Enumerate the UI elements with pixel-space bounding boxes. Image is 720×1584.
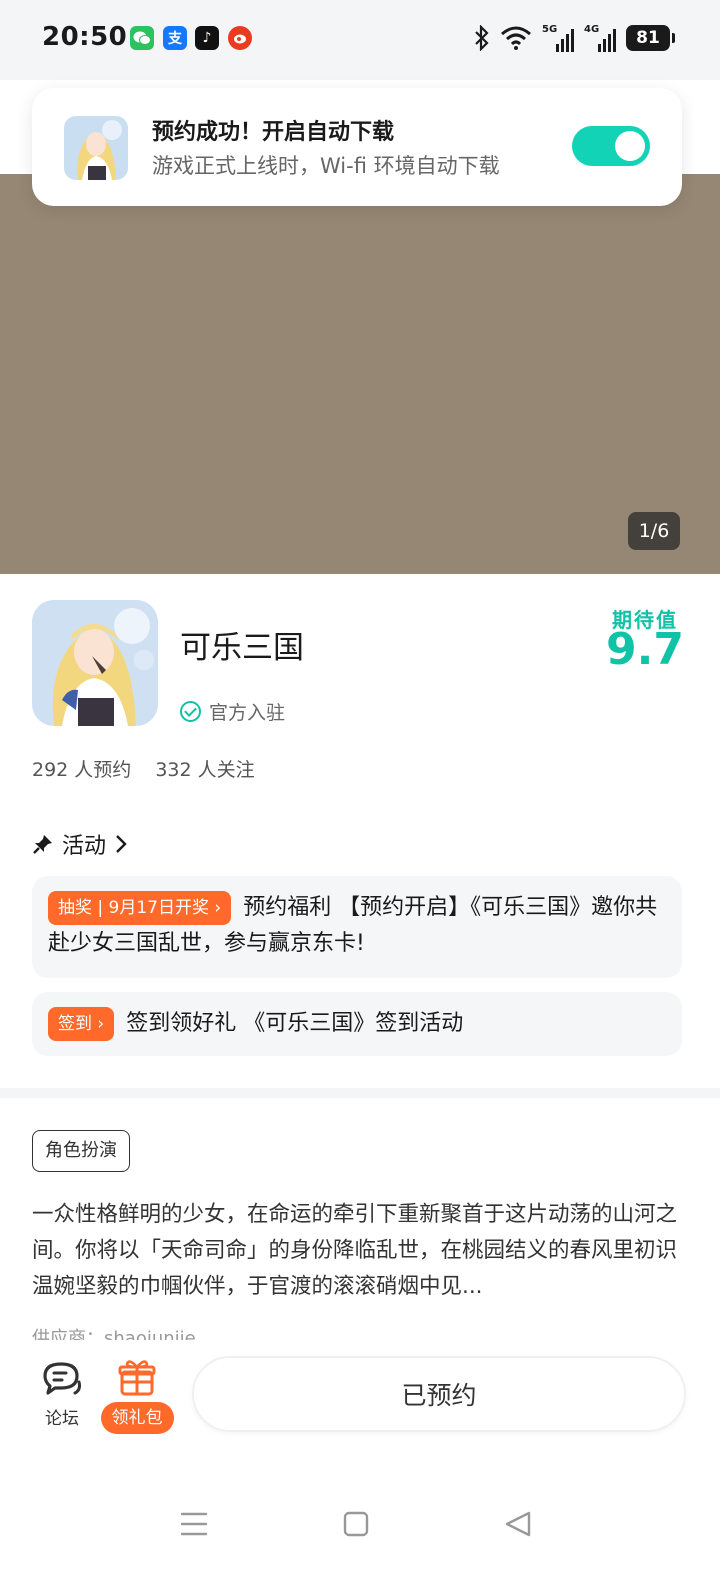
lottery-tag: 抽奖 | 9月17日开奖 › (48, 891, 232, 925)
bottom-action-bar: 论坛 领礼包 已预约 (0, 1340, 720, 1584)
status-icons: 5G 4G 81 (474, 22, 675, 54)
reservation-count: 292 人预约 (32, 759, 132, 781)
wifi-icon (501, 26, 531, 50)
auto-download-toggle[interactable] (572, 126, 650, 166)
gift-label: 领礼包 (100, 1402, 174, 1434)
game-title: 可乐三国 (180, 630, 304, 666)
game-icon[interactable] (32, 600, 158, 726)
lottery-tag-label: 抽奖 | 9月17日开奖 (58, 898, 209, 918)
home-nav-icon[interactable] (338, 1506, 374, 1542)
screenshot-banner[interactable] (0, 174, 720, 574)
chevron-right-icon (116, 835, 127, 853)
activity-card-checkin[interactable]: 签到 › 签到领好礼 《可乐三国》签到活动 (32, 992, 682, 1056)
forum-button[interactable]: 论坛 (36, 1360, 88, 1429)
activities-header[interactable]: 活动 (32, 828, 128, 860)
section-divider (0, 1088, 720, 1098)
supplier-info: 供应商：shaojunjie (32, 1328, 196, 1340)
pin-icon (33, 835, 52, 854)
signal-4g-label: 4G (584, 24, 600, 35)
official-label: 官方入驻 (209, 702, 286, 724)
toggle-knob (615, 131, 645, 161)
forum-label: 论坛 (45, 1409, 79, 1429)
reserved-button[interactable]: 已预约 (192, 1356, 686, 1432)
signal-4g-icon: 4G (584, 24, 616, 52)
checkin-tag-label: 签到 (58, 1014, 92, 1034)
toast-game-icon (64, 116, 128, 180)
signal-5g-label: 5G (542, 24, 558, 35)
gift-icon (118, 1360, 156, 1396)
battery-icon: 81 (626, 25, 675, 51)
menu-nav-icon[interactable] (176, 1506, 212, 1542)
status-bar: 20:50 支 ♪ 5G 4G 81 (0, 0, 720, 80)
official-badge: 官方入驻 (180, 698, 285, 725)
status-time: 20:50 (42, 22, 128, 52)
alipay-icon: 支 (163, 26, 187, 50)
activity-card-lottery[interactable]: 抽奖 | 9月17日开奖 › 预约福利 【预约开启】《可乐三国》邀你共赴少女三国乱… (32, 876, 682, 978)
game-description[interactable]: 一众性格鲜明的少女，在命运的牵引下重新聚首于这片动荡的山河之间。你将以「天命司命… (32, 1197, 688, 1305)
gift-pack-button[interactable]: 领礼包 (98, 1358, 176, 1434)
toast-subtitle: 游戏正式上线时，Wi-fi 环境自动下载 (152, 154, 500, 178)
bluetooth-icon (475, 25, 489, 51)
activities-title: 活动 (62, 834, 107, 859)
verified-check-icon (180, 701, 201, 722)
follower-count: 332 人关注 (155, 759, 255, 781)
toast-title: 预约成功！开启自动下载 (152, 120, 395, 145)
reservation-toast: 预约成功！开启自动下载 游戏正式上线时，Wi-fi 环境自动下载 (32, 88, 682, 206)
tiktok-icon: ♪ (195, 26, 219, 50)
banner-pager: 1/6 (628, 512, 680, 550)
signal-5g-icon: 5G (542, 24, 574, 52)
forum-chat-icon (43, 1362, 81, 1395)
expectation-score: 9.7 (606, 624, 684, 675)
wechat-icon (130, 26, 154, 50)
game-stats: 292 人预约 332 人关注 (32, 755, 255, 782)
back-nav-icon[interactable] (500, 1506, 536, 1542)
weibo-icon (228, 26, 252, 50)
checkin-tag: 签到 › (48, 1007, 115, 1041)
genre-tag[interactable]: 角色扮演 (32, 1130, 130, 1172)
checkin-text: 签到领好礼 《可乐三国》签到活动 (126, 1011, 464, 1036)
